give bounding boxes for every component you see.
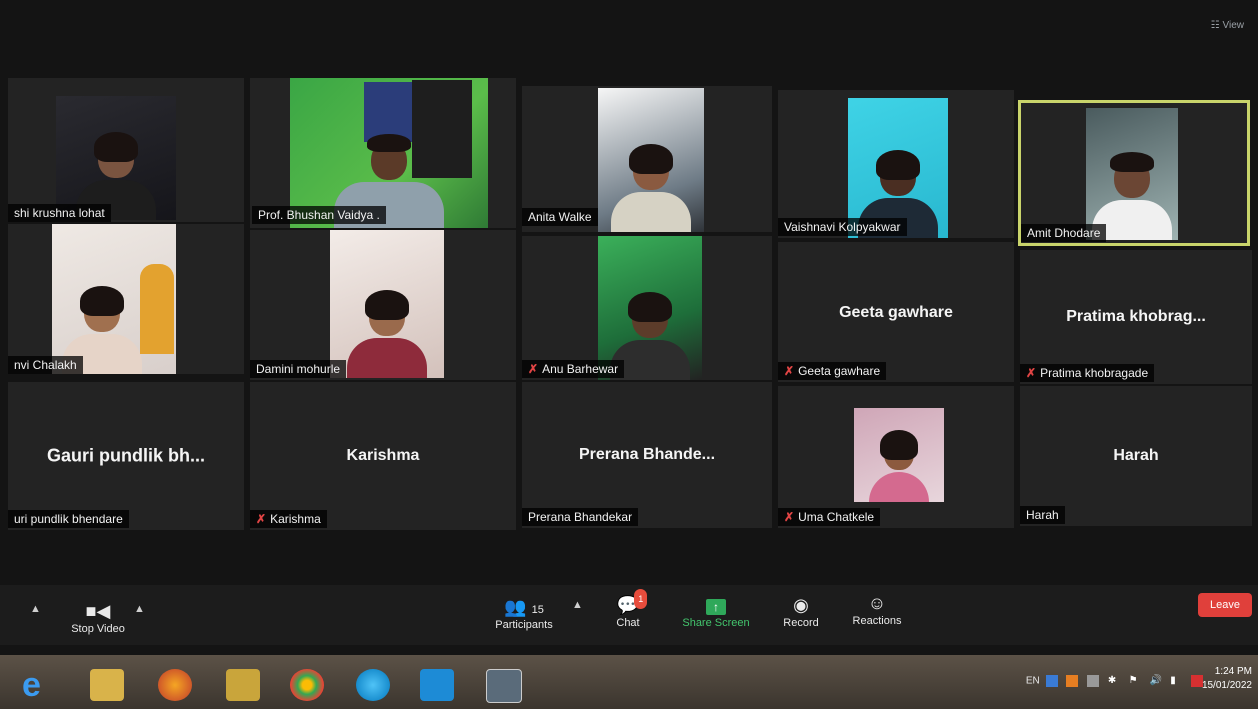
clock-date: 15/01/2022 (1201, 680, 1252, 691)
participant-name-label: uri pundlik bhendare (8, 510, 129, 528)
participant-video (854, 408, 944, 502)
participant-video (598, 236, 702, 380)
participant-tile[interactable]: ✗ Uma Chatkele (778, 386, 1014, 528)
participants-options-caret[interactable]: ▲ (572, 599, 583, 611)
view-button[interactable]: ☷ View (1211, 20, 1244, 31)
video-options-caret[interactable]: ▲ (134, 603, 145, 615)
mic-muted-icon: ✗ (528, 362, 539, 376)
participant-name-label: Amit Dhodare (1021, 224, 1107, 242)
display-icon[interactable] (1087, 675, 1100, 687)
participant-name-label: ✗ Uma Chatkele (778, 508, 881, 526)
signal-icon[interactable]: ▮ (1170, 675, 1182, 687)
participant-tile[interactable]: Karishma ✗ Karishma (250, 382, 516, 530)
participant-tile[interactable]: Geeta gawhare ✗ Geeta gawhare (778, 242, 1014, 382)
internet-explorer-icon[interactable]: e (22, 668, 56, 702)
participants-count: 15 (531, 604, 544, 616)
mic-muted-icon: ✗ (784, 364, 795, 378)
participant-name-label: ✗ Geeta gawhare (778, 362, 887, 380)
clock-time: 1:24 PM (1214, 666, 1252, 677)
participant-name-label: Anita Walke (522, 208, 598, 226)
participants-icon: 👥 (504, 597, 527, 617)
participant-name-label: Harah (1020, 506, 1065, 524)
participant-display-name: Gauri pundlik bh... (46, 445, 205, 466)
participant-tile-active-speaker[interactable]: Amit Dhodare (1018, 100, 1250, 246)
participant-display-name: Harah (1113, 447, 1159, 464)
participant-tile[interactable]: Prerana Bhande... Prerana Bhandekar (522, 382, 772, 528)
zoom-app-icon[interactable] (420, 669, 454, 701)
stop-video-button[interactable]: ■◀ Stop Video (60, 601, 136, 635)
share-screen-icon: ↑ (706, 599, 726, 615)
view-label: View (1222, 20, 1245, 31)
app-icon[interactable] (486, 669, 522, 703)
participant-name-label: nvi Chalakh (8, 356, 83, 374)
windows-taskbar: e EN ✱ ⚑ 🔊 ▮ 1:24 PM 15/01/2022 (0, 655, 1258, 709)
smiley-icon: ☺ (867, 593, 887, 613)
participant-tile[interactable]: Pratima khobrag... ✗ Pratima khobragade (1020, 250, 1252, 384)
participant-tile[interactable]: Damini mohurle (250, 230, 516, 380)
edge-icon[interactable] (356, 669, 390, 701)
share-screen-button[interactable]: ↑ Share Screen (676, 595, 756, 629)
record-icon: ◉ (793, 595, 809, 615)
participant-tile[interactable]: ✗ Anu Barhewar (522, 236, 772, 380)
system-tray: EN ✱ ⚑ 🔊 ▮ (1026, 675, 1206, 687)
participant-video (330, 230, 444, 378)
participant-tile[interactable]: Vaishnavi Kolpyakwar (778, 90, 1014, 238)
participant-video (52, 224, 176, 374)
participant-tile[interactable]: Anita Walke (522, 86, 772, 232)
chat-icon: 💬 1 (617, 589, 648, 617)
audio-options-caret[interactable]: ▲ (30, 603, 41, 615)
reactions-button[interactable]: ☺ Reactions (846, 593, 908, 627)
mic-muted-icon: ✗ (1026, 366, 1037, 380)
notification-icon[interactable] (1066, 675, 1079, 687)
record-button[interactable]: ◉ Record (778, 595, 824, 629)
participant-video (1086, 108, 1178, 240)
participant-name-label: Vaishnavi Kolpyakwar (778, 218, 907, 236)
participant-name-label: Prerana Bhandekar (522, 508, 639, 526)
participant-tile[interactable]: nvi Chalakh (8, 224, 244, 374)
volume-icon[interactable]: 🔊 (1149, 675, 1161, 687)
chat-badge: 1 (634, 589, 648, 609)
participant-name-label: shi krushna lohat (8, 204, 111, 222)
mic-muted-icon: ✗ (256, 512, 267, 526)
file-explorer-icon[interactable] (90, 669, 124, 701)
participant-display-name: Geeta gawhare (839, 304, 953, 321)
participants-button[interactable]: 👥 15 Participants (488, 597, 560, 631)
mic-muted-icon: ✗ (784, 510, 795, 524)
participant-name-label: ✗ Pratima khobragade (1020, 364, 1155, 382)
participant-display-name: Pratima khobrag... (1066, 308, 1206, 325)
bluetooth-icon[interactable]: ✱ (1108, 675, 1120, 687)
participant-name-label: Damini mohurle (250, 360, 347, 378)
leave-button[interactable]: Leave (1198, 593, 1252, 617)
participant-tile[interactable]: shi krushna lohat (8, 78, 244, 222)
participant-name-label: Prof. Bhushan Vaidya . (252, 206, 386, 224)
participant-name-label: ✗ Karishma (250, 510, 327, 528)
participant-video (56, 96, 176, 220)
participant-display-name: Karishma (346, 447, 420, 464)
participant-tile[interactable]: Prof. Bhushan Vaidya . (250, 78, 516, 228)
language-indicator[interactable]: EN (1026, 676, 1040, 687)
participant-tile[interactable]: Harah Harah (1020, 386, 1252, 526)
media-player-icon[interactable] (226, 669, 260, 701)
video-camera-icon: ■◀ (85, 601, 111, 621)
flag-icon[interactable]: ⚑ (1129, 675, 1141, 687)
participant-video (848, 98, 948, 238)
participant-name-label: ✗ Anu Barhewar (522, 360, 625, 378)
zoom-meeting-window: ☷ View shi krushna lohat Prof. Bhushan V… (0, 0, 1258, 709)
participant-display-name: Prerana Bhande... (578, 446, 716, 463)
chat-button[interactable]: 💬 1 Chat (608, 589, 648, 629)
system-clock[interactable]: 1:24 PM 15/01/2022 (1202, 665, 1252, 693)
participant-tile[interactable]: Gauri pundlik bh... uri pundlik bhendare (8, 382, 244, 530)
network-icon[interactable] (1045, 675, 1058, 687)
meeting-toolbar: ▲ ■◀ Stop Video ▲ 👥 15 Participants ▲ 💬 1… (0, 585, 1258, 645)
chrome-icon[interactable] (290, 669, 324, 701)
participant-video (598, 88, 704, 232)
firefox-icon[interactable] (158, 669, 192, 701)
